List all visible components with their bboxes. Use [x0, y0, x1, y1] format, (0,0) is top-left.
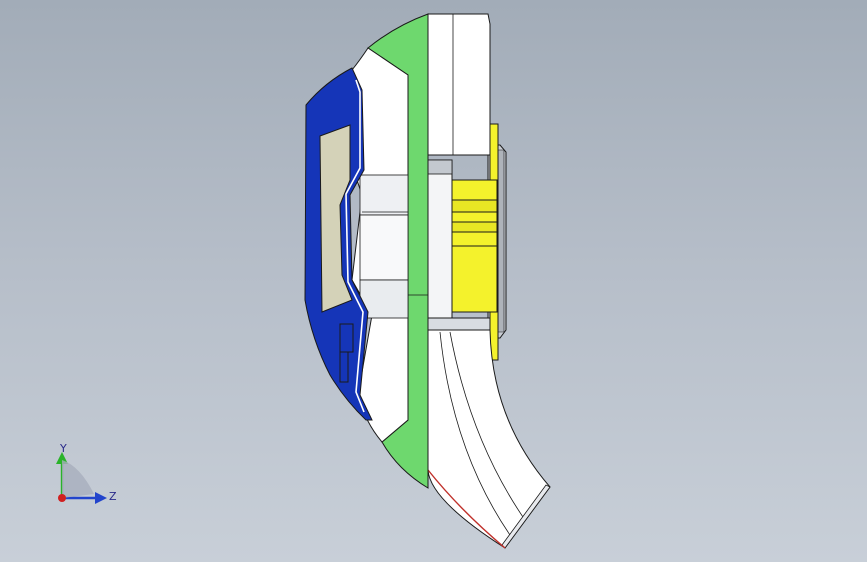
orientation-triad: Y Z: [56, 442, 117, 504]
graphics-viewport[interactable]: Y Z: [0, 0, 867, 562]
z-axis-label: Z: [109, 490, 117, 503]
z-axis-arrow: [95, 492, 107, 504]
curved-tail[interactable]: [427, 329, 551, 549]
model-view[interactable]: [0, 0, 867, 562]
y-axis-label: Y: [59, 442, 67, 455]
triad-plane: [62, 460, 94, 498]
x-axis-dot: [58, 494, 66, 502]
